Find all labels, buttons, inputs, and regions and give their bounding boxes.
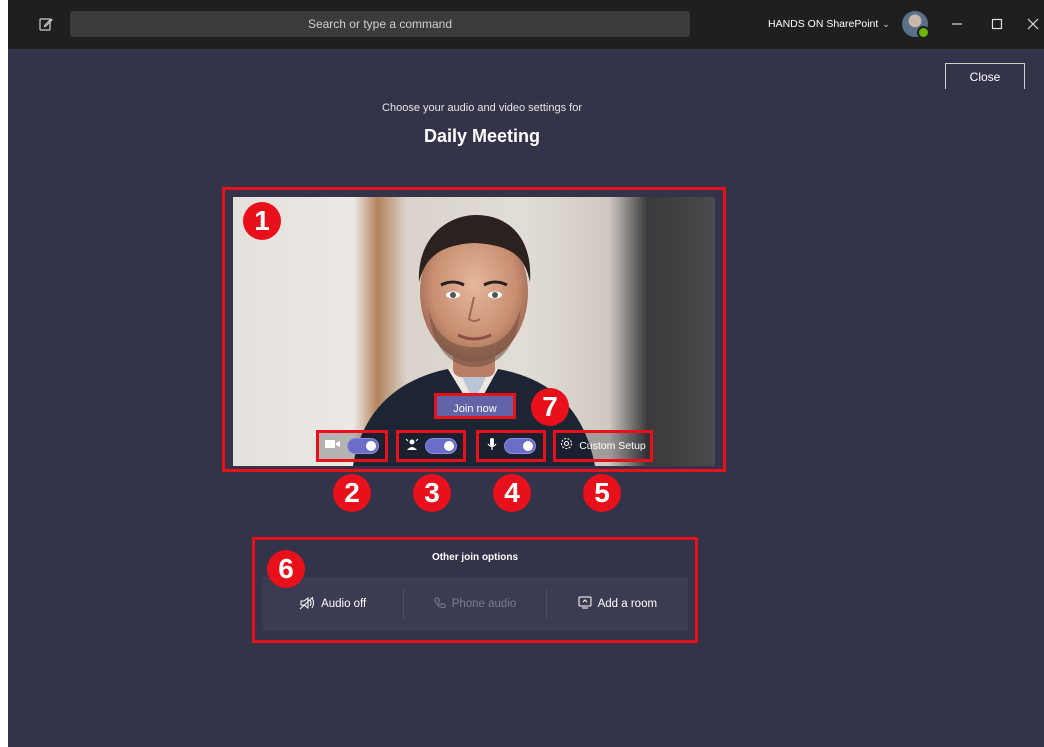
add-a-room-label: Add a room — [597, 598, 658, 610]
background-blur-toggle[interactable] — [425, 438, 457, 454]
maximize-icon[interactable] — [988, 15, 1006, 33]
camera-toggle[interactable] — [347, 438, 379, 454]
join-now-button[interactable]: Join now — [434, 393, 516, 419]
search-input[interactable]: Search or type a command — [70, 11, 690, 37]
annotation-badge-4: 4 — [493, 474, 531, 512]
close-button[interactable]: Close — [945, 63, 1025, 89]
audio-off-option[interactable]: Audio off — [262, 589, 403, 619]
meeting-title: Daily Meeting — [423, 126, 541, 146]
audio-off-label: Audio off — [321, 598, 367, 610]
other-join-options-panel: Audio off Phone audio Add a room — [262, 577, 688, 631]
phone-audio-label: Phone audio — [451, 598, 517, 610]
audio-off-icon — [299, 596, 315, 613]
annotation-badge-7: 7 — [531, 388, 569, 426]
close-window-icon[interactable] — [1024, 15, 1042, 33]
other-join-options-title: Other join options — [431, 552, 519, 563]
phone-icon — [434, 597, 446, 612]
annotation-badge-5: 5 — [583, 474, 621, 512]
microphone-toggle[interactable] — [504, 438, 536, 454]
custom-setup-label: Custom Setup — [579, 440, 646, 452]
title-bar: Search or type a command HANDS ON ShareP… — [8, 0, 1044, 49]
camera-toggle-group — [316, 430, 388, 462]
annotation-badge-1: 1 — [243, 202, 281, 240]
avatar[interactable] — [902, 11, 930, 39]
background-blur-toggle-group — [396, 430, 466, 462]
status-available-icon — [917, 26, 930, 39]
annotation-badge-6: 6 — [267, 550, 305, 588]
chevron-down-icon: ⌄ — [882, 19, 890, 29]
cast-icon — [578, 596, 592, 612]
org-name: HANDS ON SharePoint — [768, 18, 879, 30]
minimize-icon[interactable] — [948, 15, 966, 33]
custom-setup-button[interactable]: Custom Setup — [553, 430, 653, 462]
org-switcher[interactable]: HANDS ON SharePoint ⌄ — [768, 0, 890, 49]
gear-icon — [560, 437, 573, 455]
compose-icon[interactable] — [38, 16, 54, 32]
annotation-badge-3: 3 — [413, 474, 451, 512]
background-blur-icon — [405, 437, 419, 456]
camera-icon — [325, 437, 341, 455]
microphone-toggle-group — [476, 430, 546, 462]
annotation-badge-2: 2 — [333, 474, 371, 512]
phone-audio-option[interactable]: Phone audio — [404, 589, 545, 619]
add-a-room-option[interactable]: Add a room — [547, 589, 688, 619]
prejoin-subtitle: Choose your audio and video settings for — [382, 102, 582, 114]
microphone-icon — [486, 437, 498, 456]
